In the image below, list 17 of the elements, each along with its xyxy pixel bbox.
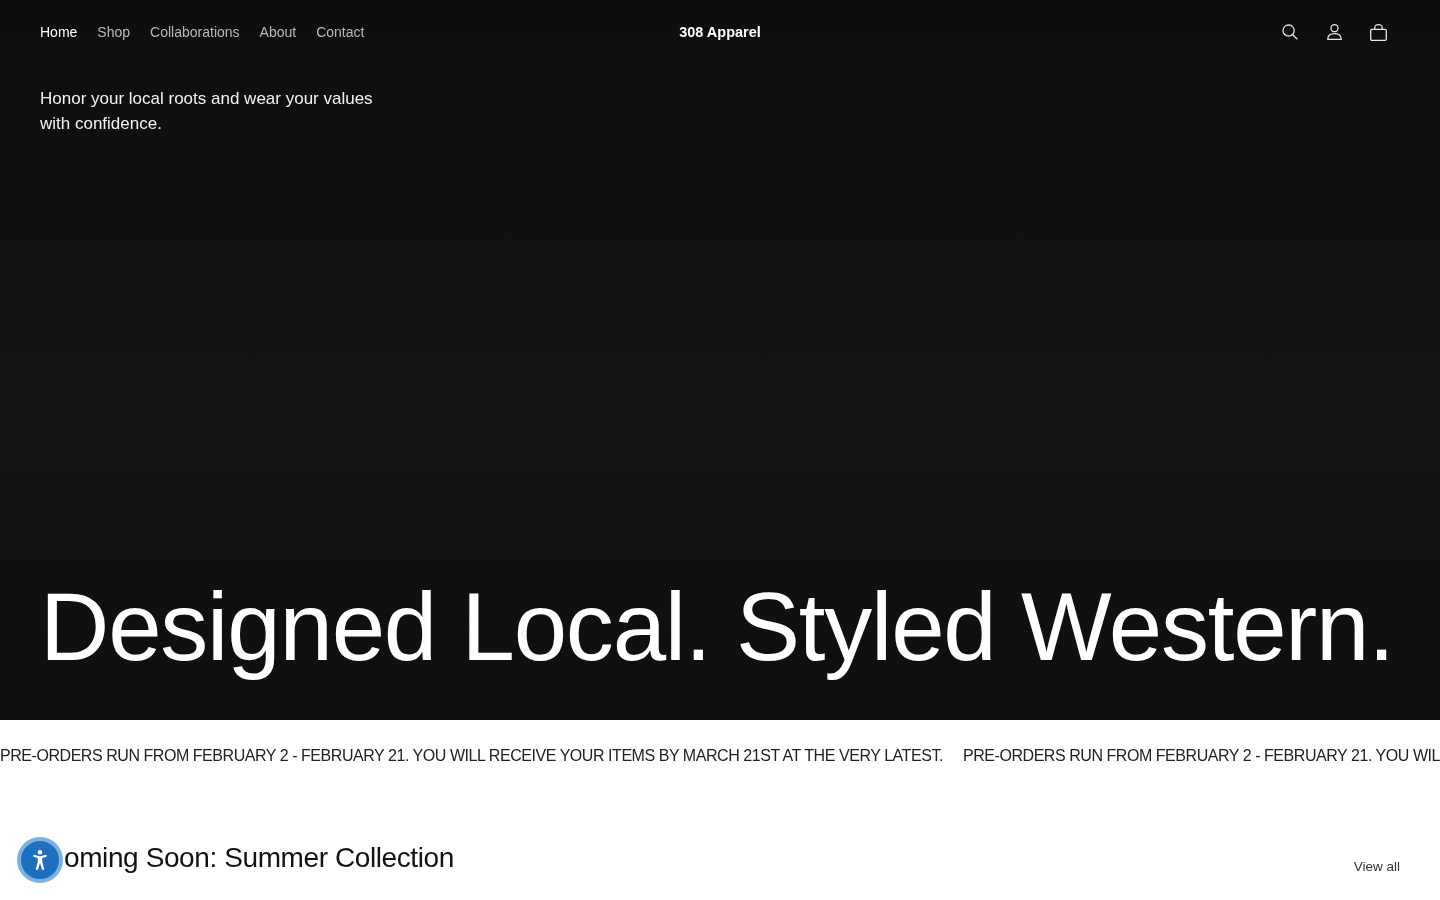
person-icon — [1326, 24, 1342, 40]
nav-link[interactable]: Contact — [316, 24, 365, 40]
shopping-bag-icon — [1369, 23, 1387, 41]
section-heading: oming Soon: Summer Collection — [64, 841, 454, 875]
nav-link[interactable]: Home — [40, 24, 78, 40]
hero-headline: Designed Local. Styled Western. — [40, 577, 1395, 678]
store-logo[interactable]: 308 Apparel — [679, 24, 761, 40]
hero-tagline: Honor your local roots and wear your values with confidence. — [40, 88, 374, 135]
nav-link[interactable]: Shop — [97, 24, 131, 40]
announcement-text: PRE-ORDERS RUN FROM FEBRUARY 2 - FEBRUARY 21. YOU WILL RECEIVE YOUR ITEMS BY MARCH 21ST AT THE VERY LATEST. — [0, 747, 943, 765]
nav-link[interactable]: Collaborations — [150, 24, 240, 40]
view-all-link[interactable]: View all — [1353, 859, 1400, 876]
search-icon — [1282, 24, 1298, 40]
announcement-text: PRE-ORDERS RUN FROM FEBRUARY 2 - FEBRUARY 21. YOU WIL — [963, 747, 1440, 765]
nav-link[interactable]: About — [259, 24, 297, 40]
accessibility-person-icon — [33, 850, 47, 870]
accessibility-button[interactable] — [17, 837, 63, 883]
